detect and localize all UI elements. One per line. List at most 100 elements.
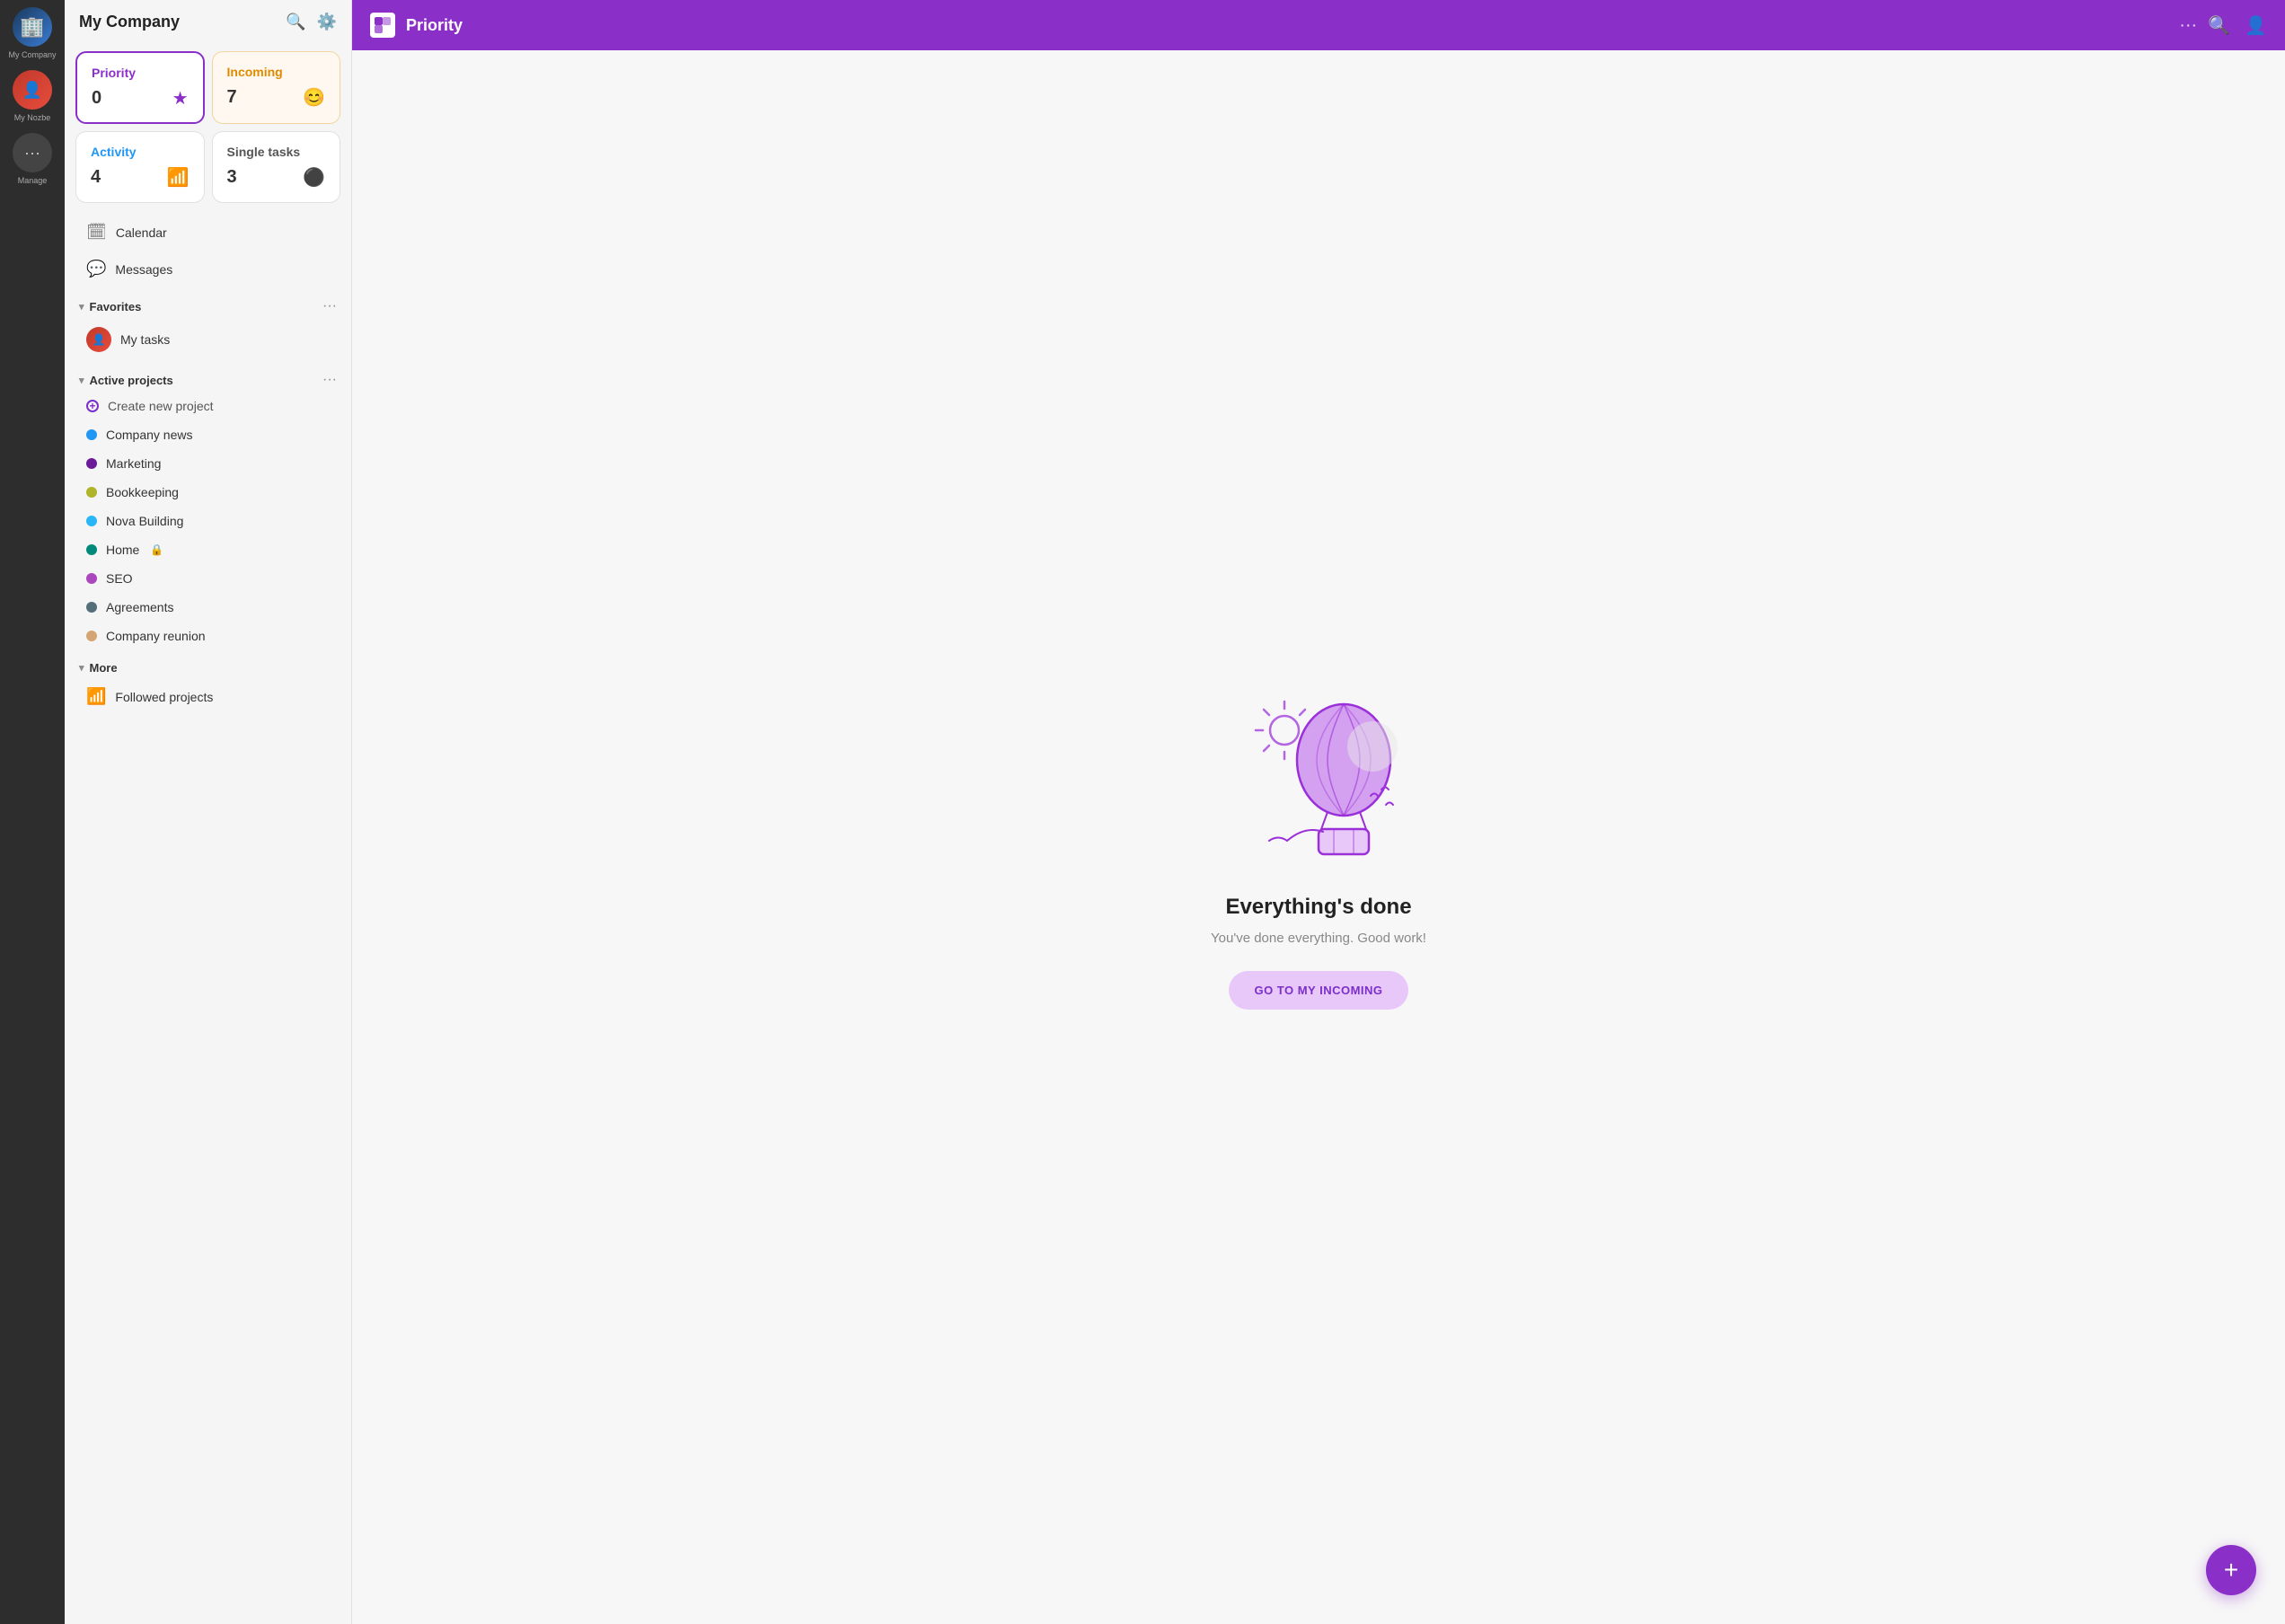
project-dot-marketing bbox=[86, 458, 97, 469]
project-label-agreements: Agreements bbox=[106, 600, 173, 614]
manage-label: Manage bbox=[18, 176, 48, 185]
add-project-plus-icon: + bbox=[86, 400, 99, 412]
favorites-label: Favorites bbox=[90, 300, 142, 313]
top-bar-profile-icon[interactable]: 👤 bbox=[2245, 14, 2267, 37]
manage-icon: ··· bbox=[13, 133, 52, 172]
active-projects-collapse[interactable]: ▾ Active projects bbox=[79, 374, 173, 387]
sidebar-my-tasks[interactable]: 👤 My tasks bbox=[72, 318, 344, 361]
card-single-tasks[interactable]: Single tasks 3 ⚫ bbox=[212, 131, 341, 203]
top-bar-title: Priority bbox=[406, 16, 2168, 35]
sidebar-messages[interactable]: 💬 Messages bbox=[72, 251, 344, 287]
settings-button[interactable]: ⚙️ bbox=[317, 13, 337, 31]
done-title: Everything's done bbox=[1225, 895, 1411, 920]
sidebar: My Company 🔍 ⚙️ Priority 0 ★ Incoming bbox=[65, 0, 352, 1624]
cards-grid: Priority 0 ★ Incoming 7 😊 Activity bbox=[65, 44, 351, 214]
favorites-section-header: ▾ Favorites ··· bbox=[65, 291, 351, 318]
card-incoming-count: 7 bbox=[227, 87, 237, 108]
project-label-company-reunion: Company reunion bbox=[106, 629, 206, 643]
my-tasks-label: My tasks bbox=[120, 332, 170, 347]
followed-projects-icon: 📶 bbox=[86, 687, 106, 706]
more-collapse[interactable]: ▾ More bbox=[79, 661, 118, 675]
card-incoming-title: Incoming bbox=[227, 65, 283, 79]
sidebar-calendar[interactable]: 🗓 Calendar bbox=[72, 214, 344, 251]
project-marketing[interactable]: Marketing bbox=[72, 449, 344, 478]
card-single-tasks-title: Single tasks bbox=[227, 145, 301, 159]
card-incoming-icon: 😊 bbox=[303, 86, 325, 109]
project-dot-seo bbox=[86, 573, 97, 584]
project-seo[interactable]: SEO bbox=[72, 564, 344, 593]
icon-rail: 🏢 My Company 👤 My Nozbe ··· Manage bbox=[0, 0, 65, 1624]
top-bar-dots[interactable]: ··· bbox=[2179, 15, 2197, 36]
card-incoming[interactable]: Incoming 7 😊 bbox=[212, 51, 341, 124]
active-projects-chevron-icon: ▾ bbox=[79, 375, 84, 386]
card-priority-title: Priority bbox=[92, 66, 136, 80]
project-label-marketing: Marketing bbox=[106, 456, 161, 471]
project-dot-bookkeeping bbox=[86, 487, 97, 498]
main-content: Priority ··· 🔍 👤 bbox=[352, 0, 2285, 1624]
company-icon-item[interactable]: 🏢 My Company bbox=[8, 7, 56, 59]
company-avatar: 🏢 bbox=[13, 7, 52, 47]
top-bar-logo bbox=[370, 13, 395, 38]
sidebar-company-title: My Company bbox=[79, 13, 180, 31]
card-single-tasks-count: 3 bbox=[227, 167, 237, 188]
top-bar-search-icon[interactable]: 🔍 bbox=[2208, 14, 2230, 37]
project-label-nova-building: Nova Building bbox=[106, 514, 183, 528]
central-area: Everything's done You've done everything… bbox=[352, 50, 2285, 1624]
favorites-chevron-icon: ▾ bbox=[79, 301, 84, 313]
sidebar-header: My Company 🔍 ⚙️ bbox=[65, 0, 351, 44]
fab-add-button[interactable]: + bbox=[2206, 1545, 2256, 1595]
create-project-label: Create new project bbox=[108, 399, 214, 413]
top-bar: Priority ··· 🔍 👤 bbox=[352, 0, 2285, 50]
project-label-bookkeeping: Bookkeeping bbox=[106, 485, 179, 499]
calendar-label: Calendar bbox=[116, 225, 167, 240]
more-section-header: ▾ More bbox=[65, 654, 351, 678]
project-label-home: Home bbox=[106, 543, 139, 557]
my-tasks-avatar: 👤 bbox=[86, 327, 111, 352]
card-activity-icon: 📶 bbox=[167, 166, 190, 189]
more-label: More bbox=[90, 661, 118, 675]
sidebar-followed-projects[interactable]: 📶 Followed projects bbox=[72, 678, 344, 715]
card-priority[interactable]: Priority 0 ★ bbox=[75, 51, 205, 124]
user-icon-item[interactable]: 👤 My Nozbe bbox=[13, 70, 52, 122]
active-projects-more-button[interactable]: ··· bbox=[322, 372, 337, 388]
go-to-my-incoming-button[interactable]: GO TO MY INCOMING bbox=[1229, 971, 1407, 1010]
project-home[interactable]: Home 🔒 bbox=[72, 535, 344, 564]
project-dot-nova-building bbox=[86, 516, 97, 526]
project-nova-building[interactable]: Nova Building bbox=[72, 507, 344, 535]
project-bookkeeping[interactable]: Bookkeeping bbox=[72, 478, 344, 507]
done-subtitle: You've done everything. Good work! bbox=[1211, 931, 1426, 946]
company-label: My Company bbox=[8, 50, 56, 59]
project-company-reunion[interactable]: Company reunion bbox=[72, 622, 344, 650]
sidebar-header-icons: 🔍 ⚙️ bbox=[286, 13, 337, 31]
messages-label: Messages bbox=[115, 262, 172, 277]
card-activity-title: Activity bbox=[91, 145, 137, 159]
project-dot-agreements bbox=[86, 602, 97, 613]
project-agreements[interactable]: Agreements bbox=[72, 593, 344, 622]
card-activity-count: 4 bbox=[91, 167, 101, 188]
balloon-illustration bbox=[1220, 666, 1417, 868]
card-activity[interactable]: Activity 4 📶 bbox=[75, 131, 205, 203]
lock-icon: 🔒 bbox=[150, 543, 163, 556]
create-new-project[interactable]: + Create new project bbox=[72, 392, 344, 420]
favorites-more-button[interactable]: ··· bbox=[322, 298, 337, 314]
more-chevron-icon: ▾ bbox=[79, 662, 84, 674]
card-priority-count: 0 bbox=[92, 88, 101, 109]
user-avatar: 👤 bbox=[13, 70, 52, 110]
manage-icon-item[interactable]: ··· Manage bbox=[13, 133, 52, 185]
card-priority-icon: ★ bbox=[172, 87, 189, 110]
card-single-tasks-icon: ⚫ bbox=[303, 166, 325, 189]
project-label-company-news: Company news bbox=[106, 428, 193, 442]
messages-icon: 💬 bbox=[86, 260, 106, 278]
project-dot-home bbox=[86, 544, 97, 555]
search-button[interactable]: 🔍 bbox=[286, 13, 305, 31]
active-projects-label: Active projects bbox=[90, 374, 173, 387]
project-dot-company-news bbox=[86, 429, 97, 440]
top-bar-right: 🔍 👤 bbox=[2208, 14, 2267, 37]
sidebar-scroll: Priority 0 ★ Incoming 7 😊 Activity bbox=[65, 44, 351, 1624]
project-dot-company-reunion bbox=[86, 631, 97, 641]
project-label-seo: SEO bbox=[106, 571, 133, 586]
user-label: My Nozbe bbox=[14, 113, 51, 122]
project-company-news[interactable]: Company news bbox=[72, 420, 344, 449]
favorites-collapse[interactable]: ▾ Favorites bbox=[79, 300, 141, 313]
followed-projects-label: Followed projects bbox=[115, 690, 213, 704]
